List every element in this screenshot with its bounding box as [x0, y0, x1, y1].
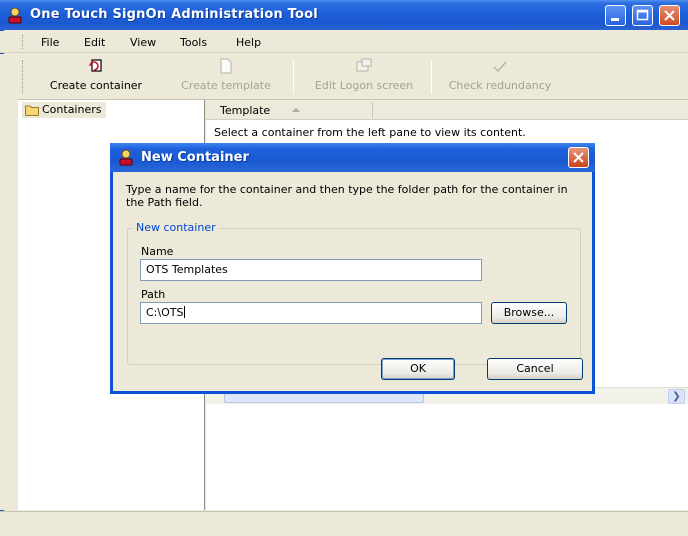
path-input[interactable]: C:\OTS — [140, 302, 482, 324]
column-header-label: Template — [220, 104, 271, 117]
title-bar[interactable]: One Touch SignOn Administration Tool — [0, 0, 688, 30]
text-caret — [184, 306, 186, 318]
tree-item-label: Containers — [42, 103, 102, 116]
create-container-button[interactable]: Create container — [40, 58, 152, 98]
name-input[interactable]: OTS Templates — [140, 259, 482, 281]
menu-help[interactable]: Help — [236, 36, 261, 49]
toolbar: Create container Create template Edit Lo… — [0, 54, 688, 100]
menu-edit[interactable]: Edit — [84, 36, 105, 49]
edit-screen-icon — [356, 58, 372, 72]
toolbar-separator — [293, 60, 294, 94]
create-template-button[interactable]: Create template — [170, 58, 282, 98]
menu-grip — [22, 35, 24, 49]
minimize-icon — [611, 18, 619, 21]
browse-button[interactable]: Browse... — [491, 302, 567, 324]
path-value: C:\OTS — [146, 306, 184, 319]
column-header-template[interactable]: Template — [206, 100, 688, 120]
menu-view[interactable]: View — [130, 36, 156, 49]
left-frame — [0, 54, 18, 510]
dialog-close-button[interactable] — [568, 147, 589, 168]
path-label: Path — [141, 288, 166, 301]
new-container-group: New container Name OTS Templates Path C:… — [127, 221, 581, 365]
menu-tools[interactable]: Tools — [180, 36, 207, 49]
window-title: One Touch SignOn Administration Tool — [30, 7, 318, 22]
dialog-title-bar[interactable]: New Container — [110, 143, 595, 172]
ok-button[interactable]: OK — [381, 358, 455, 380]
minimize-button[interactable] — [605, 5, 626, 26]
dialog-description: Type a name for the container and then t… — [126, 183, 568, 209]
chevron-right-icon: ❯ — [672, 391, 681, 402]
name-label: Name — [141, 245, 174, 258]
create-container-label: Create container — [49, 79, 143, 92]
close-icon — [664, 10, 675, 21]
new-container-dialog: New Container Type a name for the contai… — [110, 143, 595, 394]
new-document-icon — [220, 58, 232, 74]
sort-ascending-icon — [292, 108, 300, 112]
menu-bar: File Edit View Tools Help — [0, 31, 688, 53]
scroll-right-button[interactable]: ❯ — [668, 389, 685, 404]
user-key-icon — [119, 149, 133, 166]
cancel-button[interactable]: Cancel — [487, 358, 583, 380]
check-redundancy-label: Check redundancy — [448, 79, 552, 92]
create-template-label: Create template — [181, 79, 271, 92]
folder-icon — [25, 105, 39, 116]
user-key-icon — [8, 7, 22, 24]
empty-message: Select a container from the left pane to… — [214, 126, 526, 139]
tree-item-containers[interactable]: Containers — [22, 102, 106, 118]
close-button[interactable] — [659, 5, 680, 26]
status-bar — [0, 511, 688, 536]
close-icon — [573, 152, 584, 163]
edit-logon-screen-label: Edit Logon screen — [314, 79, 414, 92]
group-label: New container — [133, 221, 219, 234]
maximize-button[interactable] — [632, 5, 653, 26]
dialog-title: New Container — [141, 150, 249, 165]
check-redundancy-button[interactable]: Check redundancy — [438, 58, 562, 98]
name-value: OTS Templates — [146, 263, 228, 276]
menu-file[interactable]: File — [41, 36, 59, 49]
maximize-icon — [636, 9, 649, 21]
new-container-icon — [89, 59, 102, 72]
checkmark-icon — [493, 61, 507, 73]
column-divider[interactable] — [372, 102, 373, 118]
toolbar-grip — [22, 60, 24, 94]
edit-logon-screen-button[interactable]: Edit Logon screen — [300, 58, 428, 98]
toolbar-separator — [431, 60, 432, 94]
